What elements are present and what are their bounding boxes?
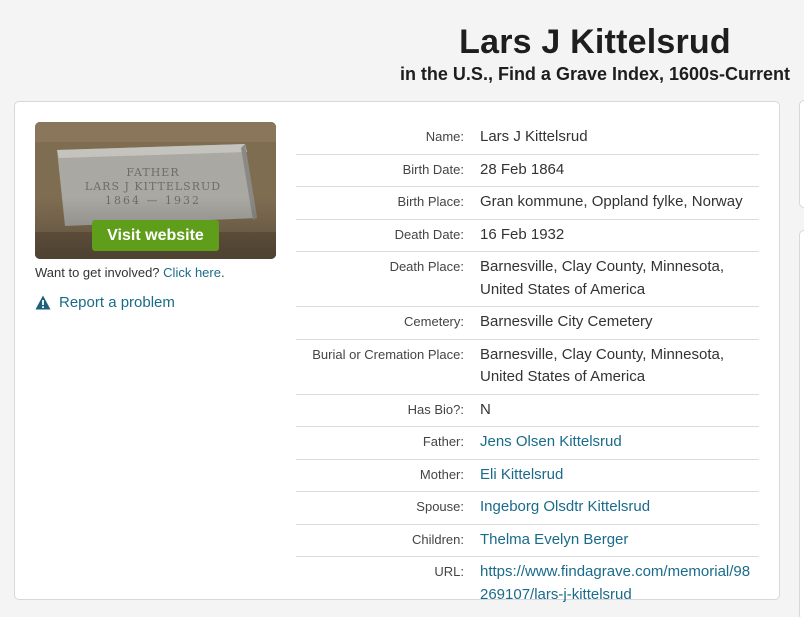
detail-value: 16 Feb 1932 bbox=[480, 225, 565, 243]
detail-row-birth-date: Birth Date: 28 Feb 1864 bbox=[296, 155, 759, 187]
detail-row-death-date: Death Date: 16 Feb 1932 bbox=[296, 220, 759, 252]
detail-row-cemetery: Cemetery: Barnesville City Cemetery bbox=[296, 307, 759, 340]
side-panel-fragment bbox=[799, 230, 804, 617]
click-here-link[interactable]: Click here bbox=[163, 265, 221, 280]
detail-label: Name: bbox=[425, 129, 464, 144]
detail-value: Barnesville City Cemetery bbox=[480, 313, 653, 330]
record-card: FATHER LARS J KITTELSRUD 1864 — 1932 Vis… bbox=[14, 101, 780, 603]
spouse-link[interactable]: Ingeborg Olsdtr Kittelsrud bbox=[464, 496, 754, 519]
detail-label: Death Date: bbox=[394, 226, 464, 242]
detail-label: Children: bbox=[411, 531, 464, 547]
detail-row-burial-place: Burial or Cremation Place: Barnesville, … bbox=[296, 340, 759, 395]
detail-value: Gran kommune, Oppland fylke, Norway bbox=[480, 193, 743, 210]
detail-label: Spouse: bbox=[416, 499, 464, 514]
detail-row-mother: Mother: Eli Kittelsrud bbox=[296, 460, 759, 492]
detail-label: Birth Date: bbox=[402, 161, 464, 177]
mother-link[interactable]: Eli Kittelsrud bbox=[464, 464, 754, 487]
detail-value: Barnesville, Clay County, Minnesota, Uni… bbox=[480, 345, 724, 386]
gravestone-photo[interactable]: FATHER LARS J KITTELSRUD 1864 — 1932 Vis… bbox=[35, 122, 276, 259]
detail-label: Cemetery: bbox=[404, 314, 464, 329]
detail-value: N bbox=[480, 400, 491, 418]
details-table: Name: Lars J Kittelsrud Birth Date: 28 F… bbox=[296, 122, 759, 611]
detail-row-url: URL: https://www.findagrave.com/memorial… bbox=[296, 557, 759, 611]
report-problem-link[interactable]: Report a problem bbox=[35, 294, 175, 311]
detail-label: Mother: bbox=[419, 466, 464, 482]
detail-row-has-bio: Has Bio?: N bbox=[296, 395, 759, 427]
get-involved-label: Want to get involved? bbox=[35, 265, 160, 280]
warning-icon bbox=[35, 295, 51, 310]
detail-row-birth-place: Birth Place: Gran kommune, Oppland fylke… bbox=[296, 187, 759, 220]
detail-row-name: Name: Lars J Kittelsrud bbox=[296, 122, 759, 155]
visit-website-button[interactable]: Visit website bbox=[92, 220, 219, 251]
page-title: Lars J Kittelsrud bbox=[459, 23, 731, 61]
detail-row-spouse: Spouse: Ingeborg Olsdtr Kittelsrud bbox=[296, 492, 759, 525]
detail-value: Lars J Kittelsrud bbox=[480, 128, 588, 145]
detail-value: Barnesville, Clay County, Minnesota, Uni… bbox=[480, 258, 724, 298]
side-panel-fragment bbox=[799, 100, 804, 208]
detail-row-death-place: Death Place: Barnesville, Clay County, M… bbox=[296, 252, 759, 307]
detail-value: 28 Feb 1864 bbox=[480, 160, 565, 178]
detail-label: Father: bbox=[422, 434, 464, 449]
detail-label: Has Bio?: bbox=[407, 401, 464, 417]
memorial-url-link[interactable]: https://www.findagrave.com/memorial/9826… bbox=[464, 561, 754, 606]
get-involved-text: Want to get involved? Click here. bbox=[35, 265, 225, 280]
father-link[interactable]: Jens Olsen Kittelsrud bbox=[464, 431, 754, 454]
report-problem-label: Report a problem bbox=[59, 294, 175, 311]
page-header: Lars J Kittelsrud in the U.S., Find a Gr… bbox=[380, 22, 804, 85]
detail-label: Death Place: bbox=[389, 259, 464, 274]
detail-row-children: Children: Thelma Evelyn Berger bbox=[296, 525, 759, 557]
children-link[interactable]: Thelma Evelyn Berger bbox=[464, 529, 754, 552]
detail-label: URL: bbox=[434, 564, 464, 579]
detail-label: Burial or Cremation Place: bbox=[312, 346, 464, 362]
page-subtitle: in the U.S., Find a Grave Index, 1600s-C… bbox=[399, 64, 791, 84]
detail-row-father: Father: Jens Olsen Kittelsrud bbox=[296, 427, 759, 460]
detail-label: Birth Place: bbox=[397, 194, 464, 209]
